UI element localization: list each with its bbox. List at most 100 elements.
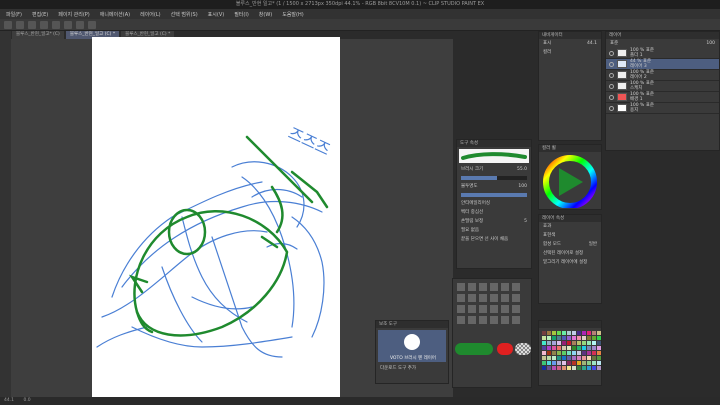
undo-icon[interactable] [40,20,48,29]
color-swatch[interactable] [582,361,586,365]
color-swatch[interactable] [597,356,601,360]
menu-file[interactable]: 파일(F) [6,11,22,18]
color-swatch[interactable] [552,361,556,365]
color-swatch[interactable] [557,346,561,350]
eye-icon[interactable] [609,83,614,89]
sub-color-swatch[interactable] [497,343,513,355]
color-swatch[interactable] [547,346,551,350]
fill-row[interactable]: 필요 없음 [457,226,531,235]
layer-row[interactable]: 100 % 표준 배경 1 [606,92,719,103]
menu-edit[interactable]: 편집(E) [32,11,48,18]
color-swatch[interactable] [597,336,601,340]
menu-selection[interactable]: 선택 범위(S) [171,11,198,18]
color-swatch[interactable] [582,331,586,335]
open-icon[interactable] [16,20,24,29]
transform-icon[interactable] [76,20,84,29]
color-swatch[interactable] [587,361,591,365]
color-swatch[interactable] [552,346,556,350]
menu-filter[interactable]: 필터(I) [234,11,249,18]
color-swatch[interactable] [587,336,591,340]
color-swatch[interactable] [572,336,576,340]
color-swatch[interactable] [572,356,576,360]
vector-row[interactable]: 벡터 중심선 [457,208,531,217]
color-swatch[interactable] [577,331,581,335]
color-swatch[interactable] [582,351,586,355]
color-swatch[interactable] [542,356,546,360]
color-swatch[interactable] [582,356,586,360]
menu-view[interactable]: 표시(V) [208,11,225,18]
color-swatch[interactable] [587,341,591,345]
menu-window[interactable]: 창(W) [259,11,272,18]
opacity-slider[interactable] [461,193,527,197]
color-swatch[interactable] [597,331,601,335]
color-wheel[interactable] [539,152,601,209]
layer-blend-select[interactable]: 표준 100 [606,39,719,48]
color-swatch[interactable] [557,361,561,365]
color-swatch[interactable] [557,351,561,355]
color-swatch[interactable] [587,331,591,335]
color-swatch[interactable] [542,366,546,370]
blend-row[interactable]: 합성 모드 일반 [539,240,601,249]
eye-icon[interactable] [609,105,614,111]
expression-row[interactable]: 표현색 [539,231,601,240]
color-swatch[interactable] [562,351,566,355]
opacity-row[interactable]: 불투명도 100 [457,182,531,191]
color-swatch[interactable] [582,341,586,345]
menu-layer[interactable]: 레이어(L) [140,11,161,18]
color-swatch[interactable] [567,361,571,365]
color-swatch[interactable] [542,341,546,345]
color-swatch[interactable] [582,346,586,350]
color-swatch[interactable] [542,351,546,355]
color-swatch[interactable] [562,341,566,345]
color-swatch[interactable] [552,356,556,360]
color-swatch[interactable] [557,356,561,360]
color-swatch[interactable] [592,331,596,335]
color-swatch[interactable] [577,361,581,365]
color-swatch[interactable] [562,331,566,335]
menu-animation[interactable]: 애니메이션(A) [100,11,130,18]
color-swatch[interactable] [542,346,546,350]
menu-page[interactable]: 페이지 관리(P) [58,11,90,18]
color-swatch[interactable] [577,346,581,350]
layer-row[interactable]: 100 % 표준 용지 [606,103,719,114]
color-swatch[interactable] [547,331,551,335]
color-swatch[interactable] [557,341,561,345]
new-icon[interactable] [4,20,12,29]
save-icon[interactable] [28,20,36,29]
color-swatch[interactable] [547,341,551,345]
antialias-row[interactable]: 안티에일리어싱 [457,199,531,208]
color-swatch[interactable] [562,361,566,365]
color-swatch[interactable] [557,331,561,335]
color-swatch[interactable] [547,366,551,370]
sub-tool-item[interactable]: VOTO 브러시 펜 레이어 [378,330,446,362]
color-swatch[interactable] [592,336,596,340]
brush-size-row[interactable]: 브러시 크기 55.0 [457,165,531,174]
color-swatch[interactable] [562,356,566,360]
color-swatch[interactable] [567,366,571,370]
eye-icon[interactable] [609,72,614,78]
color-swatch[interactable] [567,336,571,340]
transparent-color-swatch[interactable] [515,343,531,355]
brush-size-slider[interactable] [461,176,527,180]
color-swatch[interactable] [572,351,576,355]
color-swatch[interactable] [547,351,551,355]
color-swatch[interactable] [592,356,596,360]
color-swatch[interactable] [587,366,591,370]
stabilize-row[interactable]: 손떨림 보정 5 [457,217,531,226]
color-swatch[interactable] [572,366,576,370]
color-swatch[interactable] [567,351,571,355]
menu-help[interactable]: 도움말(H) [282,11,303,18]
layer-row[interactable]: 44 % 표준 레이어 3 [606,59,719,70]
color-swatch[interactable] [592,361,596,365]
color-swatch[interactable] [587,351,591,355]
color-swatch[interactable] [557,336,561,340]
swatch-grid[interactable] [542,331,601,370]
color-swatch[interactable] [542,336,546,340]
color-swatch[interactable] [587,346,591,350]
color-swatch[interactable] [587,356,591,360]
color-swatch[interactable] [597,346,601,350]
color-swatch[interactable] [572,361,576,365]
color-swatch[interactable] [547,361,551,365]
layer-row[interactable]: 100 % 표준 레이어 2 [606,70,719,81]
color-swatch[interactable] [567,341,571,345]
